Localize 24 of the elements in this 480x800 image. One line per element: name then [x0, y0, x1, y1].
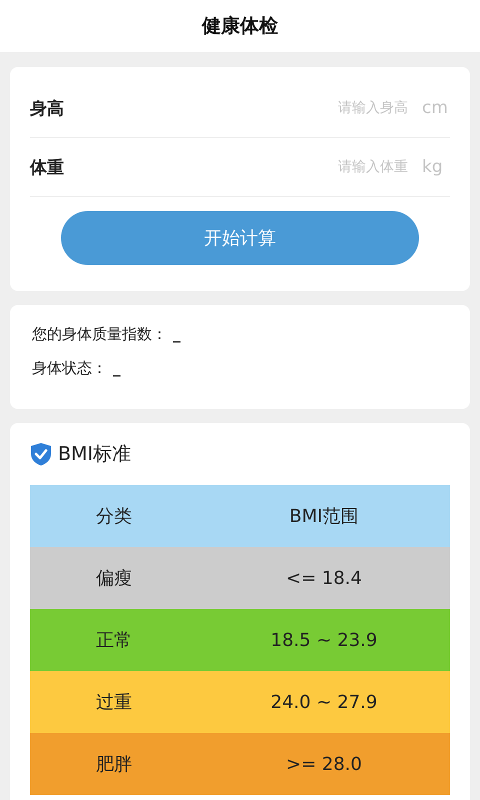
result-label: 您的身体质量指数： [32, 325, 167, 344]
shield-check-icon [30, 442, 52, 466]
input-field[interactable]: 请输入体重 [110, 158, 410, 176]
table-cell-text: <= 18.4 [285, 568, 363, 588]
section-title: BMI标准 [58, 442, 132, 467]
unit-label: kg [422, 157, 444, 177]
result-label: 身体状态： [32, 359, 107, 378]
table-cell-text: 18.5 ~ 23.9 [270, 630, 378, 650]
field-label: 身高 [30, 98, 65, 120]
unit-label: cm [422, 98, 449, 118]
field-label: 体重 [30, 156, 65, 178]
table-cell-text: >= 28.0 [285, 754, 363, 774]
table-cell-text: 正常 [95, 629, 133, 652]
table-cell-text: 过重 [95, 691, 133, 714]
column-header: BMI范围 [288, 505, 360, 528]
table-cell-text: 偏瘦 [95, 567, 133, 590]
result-value: _ [113, 359, 120, 377]
result-value: _ [173, 325, 180, 343]
column-header: 分类 [95, 505, 133, 528]
table-cell-text: 24.0 ~ 27.9 [270, 692, 378, 712]
calculate-button[interactable]: 开始计算 [61, 211, 419, 265]
input-field[interactable]: 请输入身高 [110, 99, 410, 117]
table-cell-text: 肥胖 [95, 753, 133, 776]
page-title: 健康体检 [202, 14, 278, 39]
